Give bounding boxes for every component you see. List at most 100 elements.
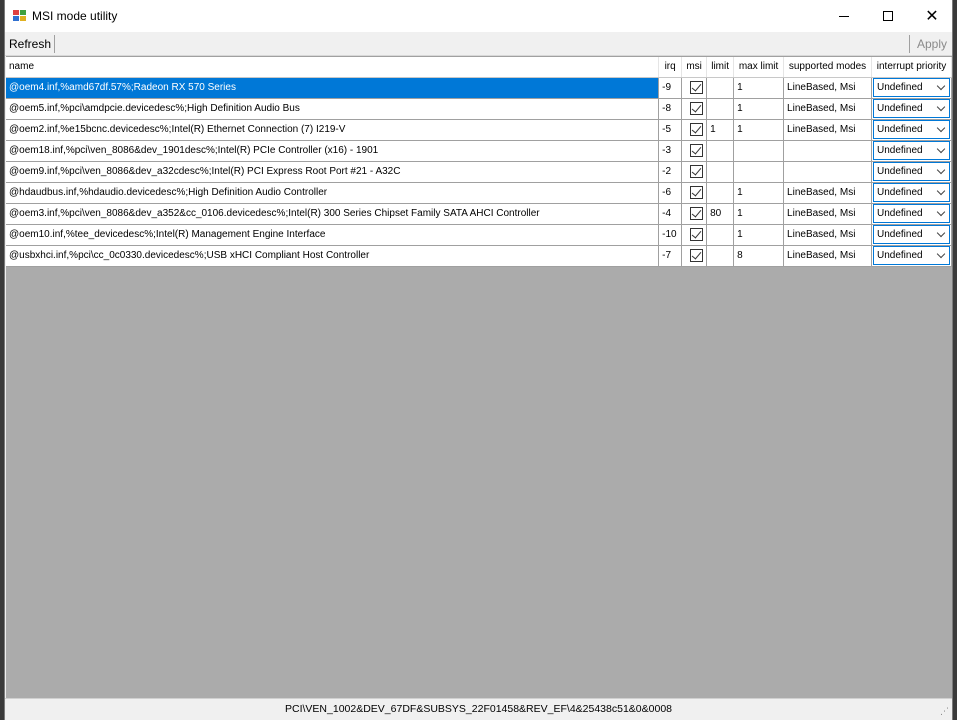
toolbar-separator xyxy=(54,35,55,53)
msi-cell xyxy=(681,161,708,183)
maximize-button[interactable] xyxy=(866,0,910,32)
limit-cell[interactable] xyxy=(706,77,735,99)
minimize-button[interactable] xyxy=(822,0,866,32)
priority-dropdown[interactable]: Undefined xyxy=(873,78,950,97)
priority-dropdown[interactable]: Undefined xyxy=(873,141,950,160)
chevron-down-icon xyxy=(936,123,946,133)
max-limit-cell xyxy=(733,140,785,162)
limit-cell[interactable] xyxy=(706,182,735,204)
table-row[interactable]: @hdaudbus.inf,%hdaudio.devicedesc%;High … xyxy=(6,182,952,204)
irq-cell: -6 xyxy=(658,182,683,204)
table-row[interactable]: @oem5.inf,%pci\amdpcie.devicedesc%;High … xyxy=(6,98,952,120)
priority-cell: Undefined xyxy=(871,140,952,162)
device-name-cell[interactable]: @oem3.inf,%pci\ven_8086&dev_a352&cc_0106… xyxy=(6,203,660,225)
limit-cell[interactable] xyxy=(706,245,735,267)
resize-grip-icon[interactable]: ⋰ xyxy=(940,706,949,717)
table-row[interactable]: @oem9.inf,%pci\ven_8086&dev_a32cdesc%;In… xyxy=(6,161,952,183)
irq-cell: -8 xyxy=(658,98,683,120)
priority-dropdown[interactable]: Undefined xyxy=(873,183,950,202)
column-header-limit[interactable]: limit xyxy=(706,57,735,78)
supported-modes-cell: LineBased, Msi xyxy=(783,224,872,246)
close-icon: ✕ xyxy=(925,8,939,25)
device-name-cell[interactable]: @oem5.inf,%pci\amdpcie.devicedesc%;High … xyxy=(6,98,660,120)
device-name-cell[interactable]: @oem4.inf,%amd67df.57%;Radeon RX 570 Ser… xyxy=(6,77,660,99)
device-name-cell[interactable]: @usbxhci.inf,%pci\cc_0c0330.devicedesc%;… xyxy=(6,245,660,267)
priority-value: Undefined xyxy=(877,82,923,93)
priority-value: Undefined xyxy=(877,124,923,135)
priority-cell: Undefined xyxy=(871,203,952,225)
priority-cell: Undefined xyxy=(871,224,952,246)
checkbox-checked-icon[interactable] xyxy=(690,186,704,199)
maximize-icon xyxy=(883,11,893,21)
limit-cell[interactable] xyxy=(706,140,735,162)
irq-cell: -5 xyxy=(658,119,683,141)
device-name-cell[interactable]: @oem9.inf,%pci\ven_8086&dev_a32cdesc%;In… xyxy=(6,161,660,183)
table-row[interactable]: @oem4.inf,%amd67df.57%;Radeon RX 570 Ser… xyxy=(6,77,952,99)
supported-modes-cell: LineBased, Msi xyxy=(783,182,872,204)
priority-value: Undefined xyxy=(877,229,923,240)
device-grid[interactable]: name irq msi limit max limit supported m… xyxy=(6,56,952,698)
msi-cell xyxy=(681,77,708,99)
close-button[interactable]: ✕ xyxy=(910,0,954,32)
checkbox-checked-icon[interactable] xyxy=(690,144,704,157)
priority-dropdown[interactable]: Undefined xyxy=(873,225,950,244)
max-limit-cell xyxy=(733,161,785,183)
column-header-msi[interactable]: msi xyxy=(681,57,708,78)
supported-modes-cell: LineBased, Msi xyxy=(783,119,872,141)
device-name-cell[interactable]: @oem10.inf,%tee_devicedesc%;Intel(R) Man… xyxy=(6,224,660,246)
limit-cell[interactable]: 80 xyxy=(706,203,735,225)
column-header-name[interactable]: name xyxy=(6,57,660,78)
limit-cell[interactable]: 1 xyxy=(706,119,735,141)
checkbox-checked-icon[interactable] xyxy=(690,165,704,178)
priority-dropdown[interactable]: Undefined xyxy=(873,162,950,181)
priority-dropdown[interactable]: Undefined xyxy=(873,99,950,118)
device-name-cell[interactable]: @hdaudbus.inf,%hdaudio.devicedesc%;High … xyxy=(6,182,660,204)
max-limit-cell: 1 xyxy=(733,203,785,225)
column-header-supported-modes[interactable]: supported modes xyxy=(783,57,872,78)
column-header-max-limit[interactable]: max limit xyxy=(733,57,785,78)
supported-modes-cell xyxy=(783,140,872,162)
max-limit-cell: 1 xyxy=(733,224,785,246)
msi-cell xyxy=(681,245,708,267)
limit-cell[interactable] xyxy=(706,98,735,120)
priority-cell: Undefined xyxy=(871,119,952,141)
chevron-down-icon xyxy=(936,144,946,154)
checkbox-checked-icon[interactable] xyxy=(690,207,704,220)
msi-cell xyxy=(681,182,708,204)
device-name-cell[interactable]: @oem2.inf,%e15bcnc.devicedesc%;Intel(R) … xyxy=(6,119,660,141)
checkbox-checked-icon[interactable] xyxy=(690,123,704,136)
device-name-cell[interactable]: @oem18.inf,%pci\ven_8086&dev_1901desc%;I… xyxy=(6,140,660,162)
column-header-irq[interactable]: irq xyxy=(658,57,683,78)
chevron-down-icon xyxy=(936,102,946,112)
priority-dropdown[interactable]: Undefined xyxy=(873,120,950,139)
msi-cell xyxy=(681,119,708,141)
supported-modes-cell xyxy=(783,161,872,183)
limit-cell[interactable] xyxy=(706,161,735,183)
msi-cell xyxy=(681,140,708,162)
priority-dropdown[interactable]: Undefined xyxy=(873,204,950,223)
priority-value: Undefined xyxy=(877,166,923,177)
checkbox-checked-icon[interactable] xyxy=(690,228,704,241)
priority-value: Undefined xyxy=(877,103,923,114)
title-bar[interactable]: MSI mode utility ✕ xyxy=(5,0,952,32)
table-row[interactable]: @oem10.inf,%tee_devicedesc%;Intel(R) Man… xyxy=(6,224,952,246)
apply-button[interactable]: Apply xyxy=(913,34,951,54)
priority-dropdown[interactable]: Undefined xyxy=(873,246,950,265)
table-row[interactable]: @usbxhci.inf,%pci\cc_0c0330.devicedesc%;… xyxy=(6,245,952,267)
checkbox-checked-icon[interactable] xyxy=(690,81,704,94)
table-row[interactable]: @oem18.inf,%pci\ven_8086&dev_1901desc%;I… xyxy=(6,140,952,162)
app-window: MSI mode utility ✕ Refresh Apply name ir… xyxy=(4,0,953,720)
checkbox-checked-icon[interactable] xyxy=(690,102,704,115)
limit-cell[interactable] xyxy=(706,224,735,246)
irq-cell: -7 xyxy=(658,245,683,267)
max-limit-cell: 1 xyxy=(733,119,785,141)
device-instance-path: PCI\VEN_1002&DEV_67DF&SUBSYS_22F01458&RE… xyxy=(285,703,672,715)
refresh-button[interactable]: Refresh xyxy=(5,34,55,54)
msi-cell xyxy=(681,224,708,246)
table-row[interactable]: @oem2.inf,%e15bcnc.devicedesc%;Intel(R) … xyxy=(6,119,952,141)
max-limit-cell: 1 xyxy=(733,182,785,204)
column-header-interrupt-priority[interactable]: interrupt priority xyxy=(871,57,952,78)
table-row[interactable]: @oem3.inf,%pci\ven_8086&dev_a352&cc_0106… xyxy=(6,203,952,225)
checkbox-checked-icon[interactable] xyxy=(690,249,704,262)
window-title: MSI mode utility xyxy=(32,9,118,23)
